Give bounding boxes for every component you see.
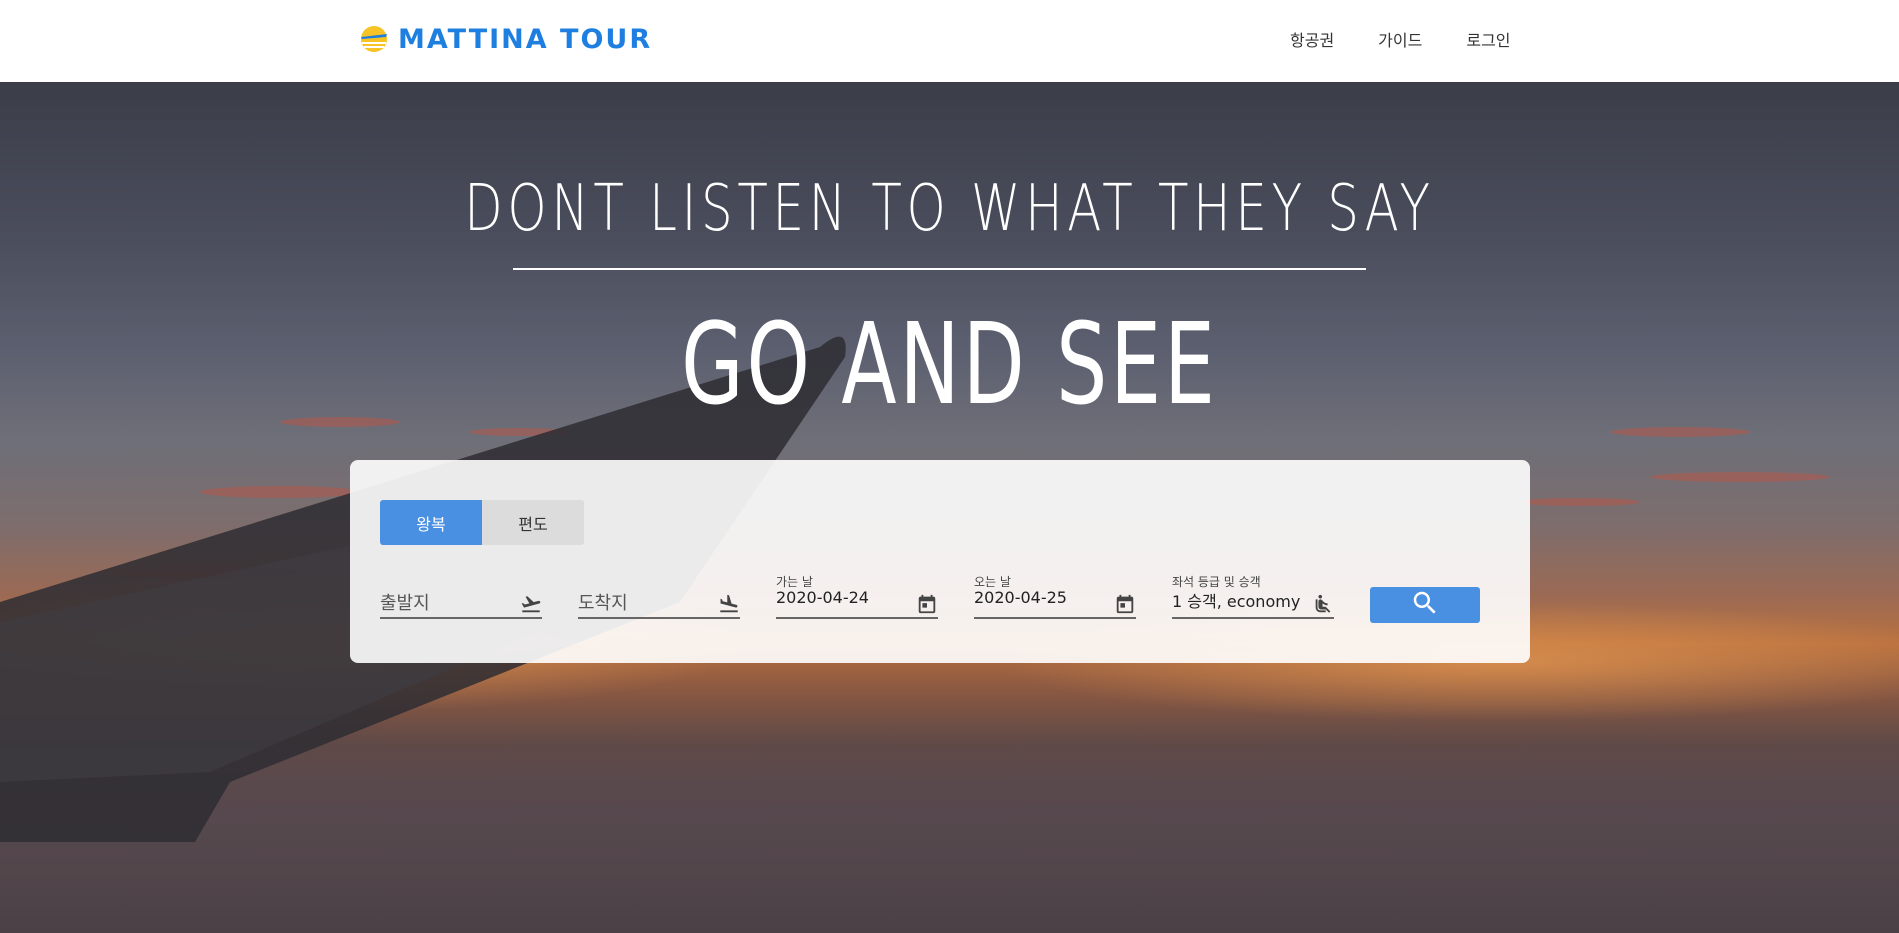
- flight-land-icon: [718, 593, 740, 615]
- return-value: 2020-04-25: [974, 588, 1067, 607]
- calendar-icon[interactable]: [916, 593, 938, 615]
- search-icon: [1410, 588, 1440, 622]
- hero-section: DONT LISTEN TO WHAT THEY SAY GO AND SEE …: [0, 82, 1899, 933]
- seat-class-field[interactable]: 좌석 등급 및 승객 1 승객, economy: [1172, 575, 1334, 619]
- calendar-icon[interactable]: [1114, 593, 1136, 615]
- departure-value: 2020-04-24: [776, 588, 869, 607]
- one-way-button[interactable]: 편도: [482, 500, 584, 545]
- nav-item-guide[interactable]: 가이드: [1378, 28, 1422, 54]
- hero-title: GO AND SEE: [681, 300, 1218, 430]
- brand-logo[interactable]: MATTINA TOUR: [358, 22, 652, 56]
- sun-plane-logo-icon: [358, 23, 390, 55]
- origin-placeholder: 출발지: [380, 593, 430, 614]
- search-button[interactable]: [1370, 587, 1480, 623]
- trip-type-toggle: 왕복 편도: [380, 500, 584, 545]
- flight-takeoff-icon: [520, 593, 542, 615]
- hero-tagline: DONT LISTEN TO WHAT THEY SAY: [464, 172, 1435, 246]
- origin-field[interactable]: 출발지: [380, 577, 542, 619]
- nav-item-login[interactable]: 로그인: [1466, 28, 1510, 54]
- flight-search-panel: 왕복 편도 출발지 도착지 가는 날 2020-04-24 오는 날 2020-…: [350, 460, 1530, 663]
- destination-field[interactable]: 도착지: [578, 577, 740, 619]
- departure-date-field[interactable]: 가는 날 2020-04-24: [776, 575, 938, 619]
- seat-icon: [1312, 593, 1334, 615]
- return-date-field[interactable]: 오는 날 2020-04-25: [974, 575, 1136, 619]
- round-trip-button[interactable]: 왕복: [380, 500, 482, 545]
- brand-name: MATTINA TOUR: [398, 23, 653, 55]
- seat-value: 1 승객, economy: [1172, 592, 1301, 611]
- nav-item-flights[interactable]: 항공권: [1290, 28, 1334, 54]
- destination-placeholder: 도착지: [578, 593, 628, 614]
- site-header: MATTINA TOUR 항공권 가이드 로그인: [0, 0, 1899, 82]
- hero-divider: [513, 268, 1366, 270]
- main-nav: 항공권 가이드 로그인: [1290, 28, 1511, 54]
